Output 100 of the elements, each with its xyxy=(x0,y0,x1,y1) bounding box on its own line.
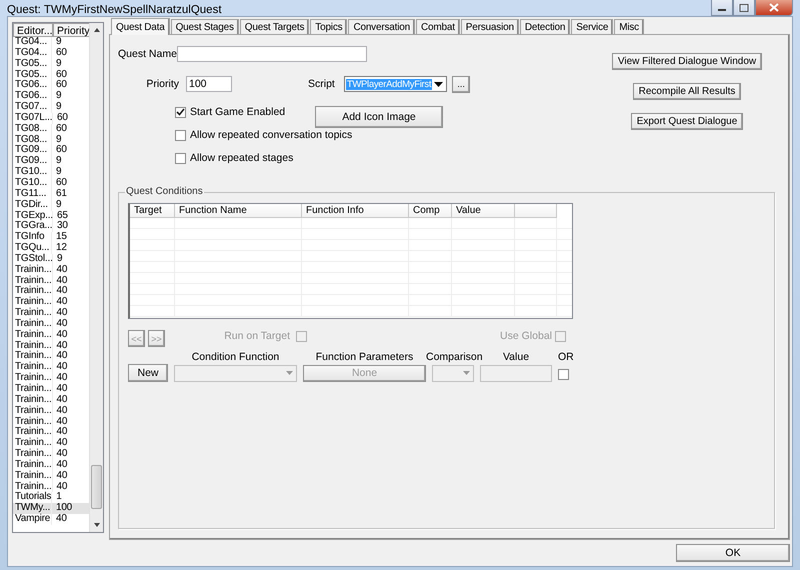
list-cell-text: 60 xyxy=(54,124,68,135)
browse-button[interactable]: ... xyxy=(452,76,470,92)
list-row[interactable]: Trainin... 40 xyxy=(13,340,89,352)
action-button[interactable]: Export Quest Dialogue xyxy=(630,113,744,130)
list-row[interactable]: TG08... 60 xyxy=(13,124,89,135)
list-row[interactable]: TG05... 9 xyxy=(13,58,89,70)
priority-field[interactable]: 100 xyxy=(186,76,232,92)
list-row[interactable]: Trainin... 40 xyxy=(13,351,89,362)
tab[interactable]: Detection xyxy=(520,19,570,34)
close-button[interactable] xyxy=(755,0,793,16)
group-title: Quest Conditions xyxy=(125,186,204,197)
list-row[interactable]: TG06... 9 xyxy=(13,91,89,102)
tab[interactable]: Topics xyxy=(310,19,348,34)
list-row[interactable]: Trainin... 40 xyxy=(13,318,89,330)
list-row[interactable]: TG05... 60 xyxy=(13,70,89,80)
list-row[interactable]: TG10... 9 xyxy=(13,167,89,178)
list-row[interactable]: Trainin... 40 xyxy=(13,406,89,417)
list-row[interactable]: Trainin... 40 xyxy=(13,286,89,298)
function-parameters-label: Function Parameters xyxy=(314,351,414,363)
list-row[interactable]: TGExp... 65 xyxy=(13,210,89,222)
list-row[interactable]: TGDir... 9 xyxy=(13,200,89,210)
list-row[interactable]: Trainin... 40 xyxy=(13,394,89,406)
tab[interactable]: Quest Data xyxy=(111,18,170,35)
scrollbar[interactable] xyxy=(89,23,103,532)
list-cell: TG09... xyxy=(13,156,52,168)
list-row[interactable]: TG09... 9 xyxy=(13,156,89,168)
checkbox[interactable] xyxy=(175,130,186,140)
tab[interactable]: Combat xyxy=(416,19,460,34)
scroll-up-icon[interactable] xyxy=(92,27,100,33)
tab[interactable]: Quest Targets xyxy=(240,19,310,34)
tab[interactable]: Conversation xyxy=(348,19,415,34)
list-row[interactable]: TWMy... 100 xyxy=(13,503,89,514)
list-row[interactable]: Trainin... 40 xyxy=(13,482,89,492)
list-row[interactable]: TG04... 9 xyxy=(13,37,89,48)
list-row[interactable]: Trainin... 40 xyxy=(13,438,89,450)
list-row[interactable]: Trainin... 40 xyxy=(13,264,89,276)
minimize-button[interactable] xyxy=(711,0,733,16)
list-row[interactable]: Trainin... 40 xyxy=(13,416,89,428)
list-cell: TGDir... xyxy=(13,200,52,210)
list-row[interactable]: Vampire 40 xyxy=(13,514,89,525)
list-row[interactable]: Trainin... 40 xyxy=(13,276,89,286)
column-header[interactable]: Comp xyxy=(409,204,452,218)
tab[interactable]: Quest Stages xyxy=(170,19,239,34)
list-row[interactable]: TGQu... 12 xyxy=(13,243,89,254)
script-label: Script xyxy=(308,78,335,90)
list-cell: TG07L... xyxy=(13,112,53,124)
list-row[interactable]: Trainin... 40 xyxy=(13,427,89,438)
tab[interactable]: Service xyxy=(571,19,614,34)
list-row[interactable]: Trainin... 40 xyxy=(13,330,89,341)
list-cell: TGGra... xyxy=(13,221,53,232)
new-button[interactable]: New xyxy=(128,364,168,382)
list-cell: Trainin... xyxy=(13,276,53,286)
comparison-label: Comparison xyxy=(426,351,480,363)
maximize-button[interactable] xyxy=(733,0,755,16)
checkbox[interactable] xyxy=(175,106,186,118)
quest-name-field[interactable] xyxy=(177,46,367,62)
list-cell-text: 9 xyxy=(54,200,62,210)
list-row[interactable]: Trainin... 40 xyxy=(13,449,89,460)
list-row[interactable]: TGInfo 15 xyxy=(13,232,89,244)
list-row[interactable]: TGGra... 30 xyxy=(13,221,89,232)
list-row[interactable]: Trainin... 40 xyxy=(13,297,89,308)
column-header[interactable]: Editor... xyxy=(13,23,53,37)
list-row[interactable]: Trainin... 40 xyxy=(13,308,89,319)
checkbox[interactable] xyxy=(175,152,186,164)
list-row[interactable]: TG10... 60 xyxy=(13,178,89,189)
list-row[interactable]: Trainin... 40 xyxy=(13,470,89,482)
quest-name-label: Quest Name xyxy=(118,48,174,60)
list-row[interactable]: TG04... 60 xyxy=(13,48,89,59)
list-cell-text: 40 xyxy=(56,427,68,438)
add-icon-button[interactable]: Add Icon Image xyxy=(315,106,443,128)
scroll-thumb[interactable] xyxy=(91,465,102,509)
list-row[interactable]: TG09... 60 xyxy=(13,145,89,156)
list-row[interactable]: TG06... 60 xyxy=(13,80,89,92)
checkbox[interactable] xyxy=(558,368,569,380)
list-row[interactable]: TG11... 61 xyxy=(13,188,89,200)
action-button[interactable]: Recompile All Results xyxy=(632,83,742,100)
column-header[interactable]: Function Name xyxy=(175,204,302,218)
list-row[interactable]: Trainin... 40 xyxy=(13,460,89,471)
column-header[interactable]: Function Info xyxy=(302,204,409,218)
list-cell: Trainin... xyxy=(13,330,53,341)
list-cell-text: 40 xyxy=(56,276,68,286)
scroll-down-icon[interactable] xyxy=(92,522,100,528)
list-row[interactable]: TG07L... 60 xyxy=(13,112,89,124)
column-header[interactable]: Value xyxy=(452,204,515,218)
list-row[interactable]: Trainin... 40 xyxy=(13,373,89,384)
list-cell: Vampire xyxy=(13,514,52,525)
tab[interactable]: Persuasion xyxy=(460,19,519,34)
list-cell: Trainin... xyxy=(13,351,53,362)
list-row[interactable]: Trainin... 40 xyxy=(13,362,89,374)
list-row[interactable]: Trainin... 40 xyxy=(13,384,89,395)
list-row[interactable]: TG08... 9 xyxy=(13,134,89,146)
list-cell: Trainin... xyxy=(13,438,53,450)
column-header[interactable]: Target xyxy=(130,204,175,218)
ok-button[interactable]: OK xyxy=(676,544,790,562)
action-button[interactable]: View Filtered Dialogue Window xyxy=(612,53,762,70)
tab[interactable]: Misc xyxy=(614,19,644,34)
list-row[interactable]: TG07... 9 xyxy=(13,102,89,113)
list-row[interactable]: TGStol... 9 xyxy=(13,254,89,265)
list-cell: TG05... xyxy=(13,70,52,80)
list-cell-text: 40 xyxy=(56,460,68,471)
